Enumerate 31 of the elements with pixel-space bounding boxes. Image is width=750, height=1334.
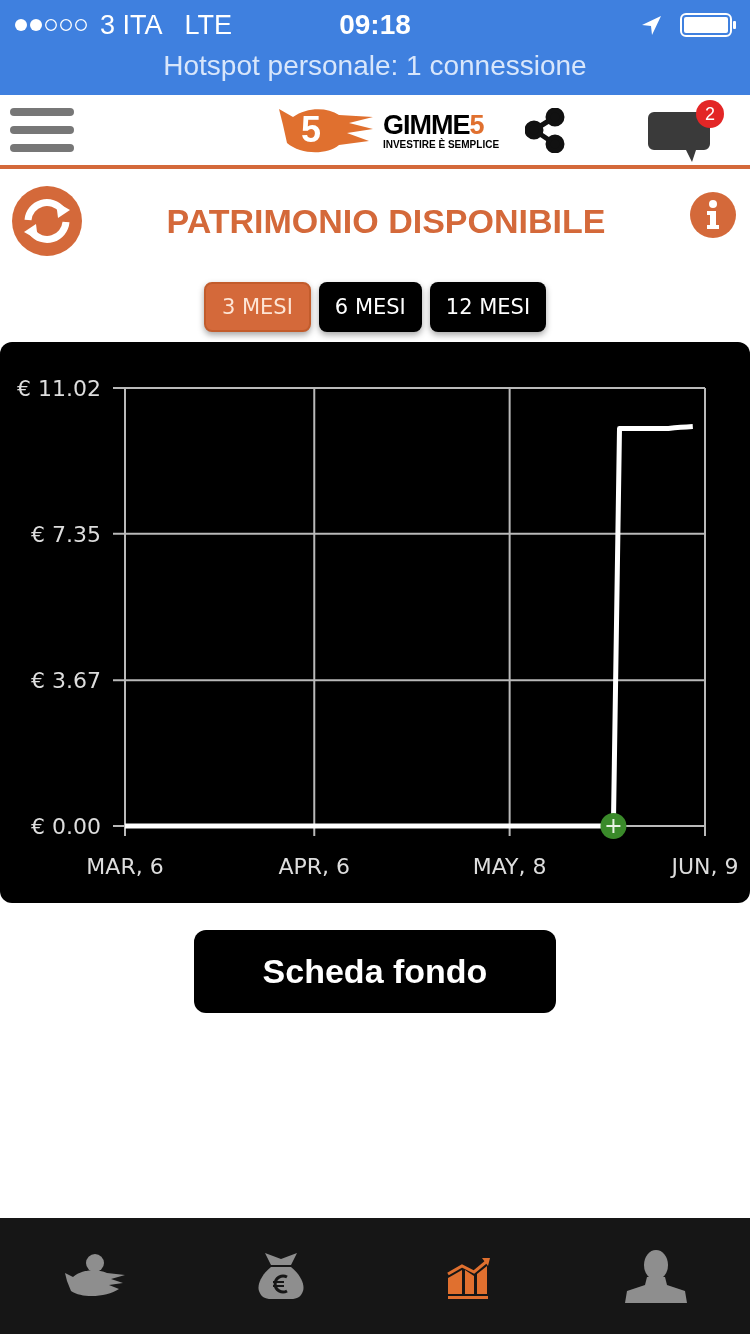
plus-marker-icon[interactable] bbox=[600, 813, 627, 839]
share-icon[interactable] bbox=[525, 107, 566, 153]
page-title: PATRIMONIO DISPONIBILE bbox=[166, 201, 606, 241]
carrier-name: 3 ITA bbox=[100, 9, 163, 41]
menu-icon[interactable] bbox=[10, 108, 74, 152]
logo-digit: 5 bbox=[300, 109, 321, 151]
logo-wordmark: GIMME bbox=[382, 110, 470, 139]
y-axis-label: € 11.02 bbox=[17, 376, 101, 401]
network-type: LTE bbox=[184, 9, 233, 41]
clock-time: 09:18 bbox=[339, 9, 411, 41]
x-axis-label: JUN, 9 bbox=[671, 854, 739, 879]
y-axis-label: € 3.67 bbox=[31, 668, 101, 694]
x-axis-label: APR, 6 bbox=[278, 854, 351, 879]
logo-wordmark-digit: 5 bbox=[469, 110, 484, 139]
info-icon[interactable] bbox=[690, 192, 736, 238]
x-axis-label: MAR, 6 bbox=[86, 854, 164, 879]
user-icon bbox=[625, 1249, 688, 1303]
signal-icon bbox=[14, 16, 88, 34]
location-icon bbox=[641, 14, 662, 36]
money-bag-icon bbox=[257, 1251, 306, 1301]
period-tab[interactable]: 12 MESI bbox=[429, 282, 547, 332]
period-tab[interactable]: 6 MESI bbox=[318, 282, 422, 332]
battery-icon bbox=[680, 13, 736, 37]
y-axis-label: € 0.00 bbox=[31, 814, 101, 839]
notification-badge: 2 bbox=[696, 100, 724, 128]
piggy-bank-icon bbox=[62, 1253, 125, 1299]
x-axis-label: MAY, 8 bbox=[472, 854, 547, 879]
refresh-icon[interactable] bbox=[12, 186, 82, 256]
y-axis-label: € 7.35 bbox=[31, 521, 101, 547]
fund-details-button[interactable]: Scheda fondo bbox=[194, 930, 556, 1013]
logo-tagline: INVESTIRE È SEMPLICE bbox=[382, 138, 500, 150]
